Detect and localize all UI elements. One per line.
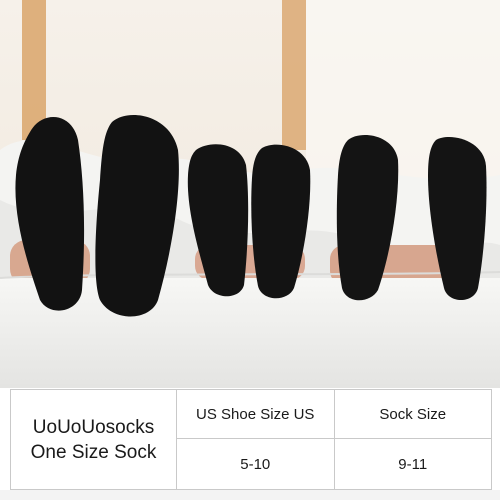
socks-photo-illustration xyxy=(0,0,500,388)
shoe-size-value: 5-10 xyxy=(176,438,335,490)
product-photo xyxy=(0,0,500,388)
table-row-header: UoUoUosocks One Size Sock US Shoe Size U… xyxy=(10,389,492,490)
size-table: UoUoUosocks One Size Sock US Shoe Size U… xyxy=(10,389,492,490)
brand-cell: UoUoUosocks One Size Sock xyxy=(10,389,177,490)
window-frame-left xyxy=(22,0,46,140)
size-chart: UoUoUosocks One Size Sock US Shoe Size U… xyxy=(0,388,500,500)
brand-size-note: One Size Sock xyxy=(30,441,157,463)
window-frame-right xyxy=(282,0,306,150)
brand-name: UoUoUosocks xyxy=(32,416,155,438)
sock-size-value: 9-11 xyxy=(333,438,492,490)
bottom-strip xyxy=(0,490,500,500)
shoe-size-header: US Shoe Size US xyxy=(176,389,335,439)
sock-size-header: Sock Size xyxy=(333,389,492,439)
